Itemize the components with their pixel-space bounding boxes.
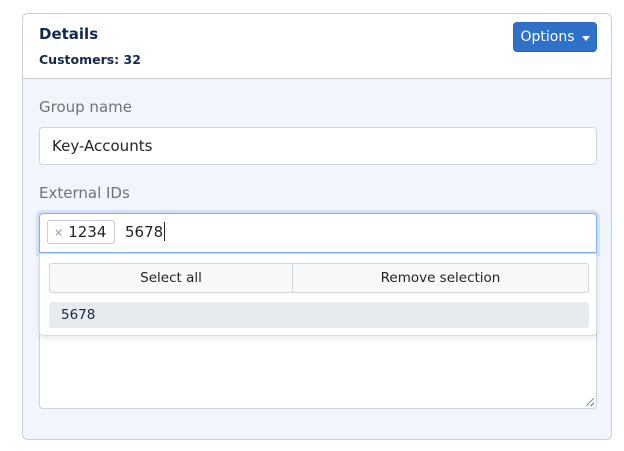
dropdown-action-group: Select all Remove selection bbox=[49, 263, 589, 293]
options-button[interactable]: Options bbox=[513, 22, 597, 52]
external-ids-label: External IDs bbox=[39, 184, 130, 202]
text-cursor bbox=[164, 222, 166, 241]
group-name-input[interactable] bbox=[39, 127, 597, 165]
tag-remove-icon[interactable]: × bbox=[54, 226, 63, 239]
options-button-label: Options bbox=[520, 29, 575, 45]
dropdown-option[interactable]: 5678 bbox=[49, 302, 589, 328]
card-title: Details bbox=[39, 25, 99, 43]
select-all-button[interactable]: Select all bbox=[50, 264, 293, 292]
resize-handle-icon[interactable] bbox=[586, 398, 594, 406]
customers-count: Customers: 32 bbox=[39, 52, 141, 67]
external-ids-tag-input[interactable]: × 1234 5678 bbox=[39, 213, 597, 253]
remove-selection-button[interactable]: Remove selection bbox=[293, 264, 588, 292]
tag-chip-label: 1234 bbox=[68, 223, 107, 241]
caret-down-icon bbox=[581, 35, 590, 41]
card-header: Details Customers: 32 Options bbox=[23, 14, 611, 79]
group-name-label: Group name bbox=[39, 98, 132, 116]
external-ids-dropdown: Select all Remove selection 5678 bbox=[39, 253, 597, 336]
tag-chip: × 1234 bbox=[47, 220, 115, 244]
typed-text[interactable]: 5678 bbox=[125, 222, 166, 241]
details-card: Details Customers: 32 Options Group name… bbox=[22, 13, 612, 440]
typed-text-value: 5678 bbox=[125, 222, 164, 241]
